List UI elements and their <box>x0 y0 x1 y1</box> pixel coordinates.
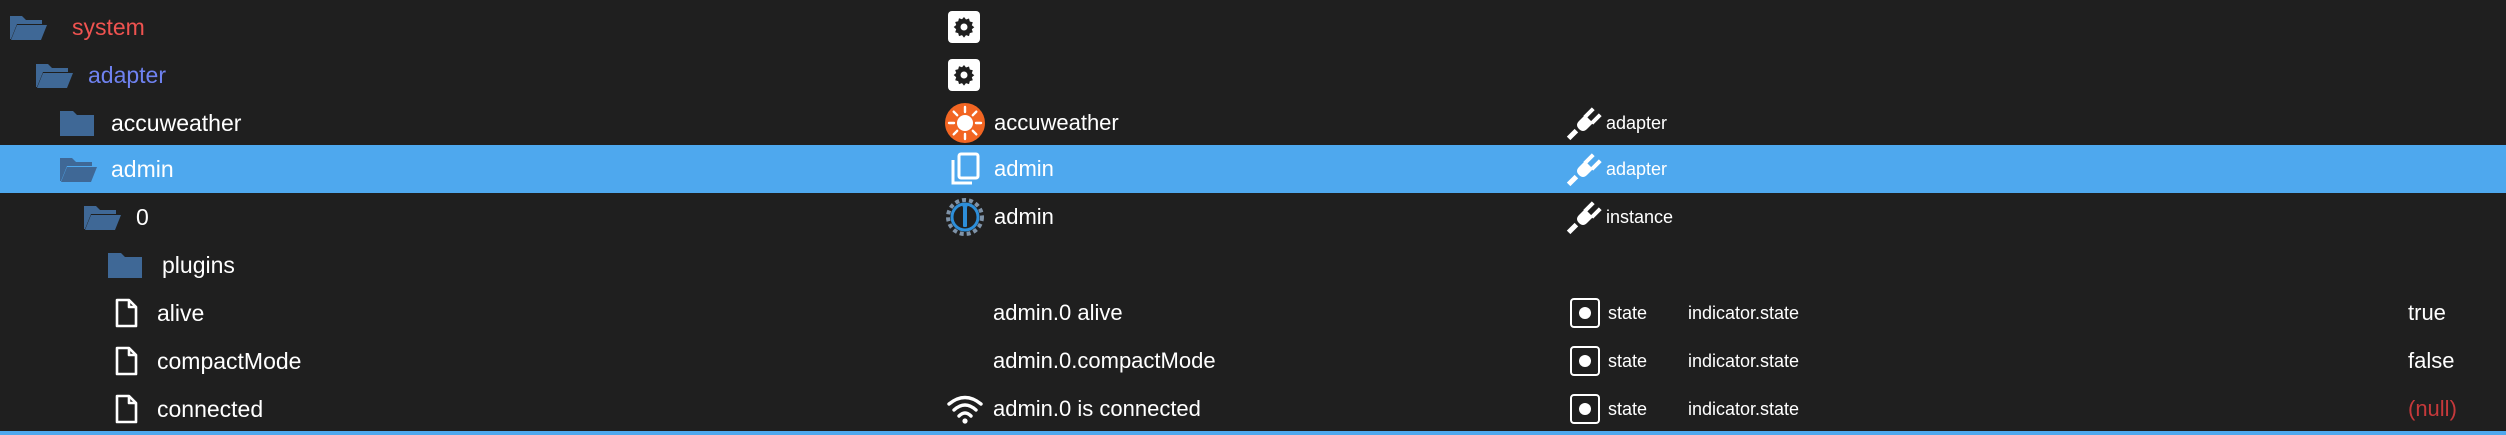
file-icon <box>114 346 138 376</box>
object-type: instance <box>1606 206 1674 227</box>
tree-row-connected[interactable]: connected admin.0 is connected state ind… <box>0 385 2506 433</box>
object-type-cell: adapter <box>1566 145 1667 193</box>
tree-row-label: connected <box>157 395 264 422</box>
tree-row-label: compactMode <box>157 347 302 374</box>
gear-icon <box>948 59 980 91</box>
plug-icon <box>1566 150 1604 188</box>
object-type-cell: state <box>1570 289 1647 337</box>
wifi-icon <box>946 394 984 424</box>
copy-icon[interactable] <box>950 152 980 186</box>
tree-row-admin[interactable]: admin admin adapter <box>0 145 2506 193</box>
object-type: adapter <box>1606 112 1668 133</box>
object-role: indicator.state <box>1688 398 1800 419</box>
object-icon-cell <box>948 3 980 51</box>
object-type-cell: adapter <box>1566 99 1667 147</box>
state-icon <box>1570 394 1600 424</box>
folder-open-icon[interactable] <box>34 60 74 90</box>
tree-row-plugins[interactable]: plugins <box>0 241 2506 289</box>
object-role: indicator.state <box>1688 302 1800 323</box>
object-value-cell[interactable]: true <box>2408 289 2446 337</box>
tree-row-name-cell: plugins <box>106 241 235 289</box>
admin-logo-icon <box>944 196 986 238</box>
object-name: accuweather <box>994 110 1119 135</box>
tree-row-name-cell: system <box>8 3 145 51</box>
tree-row-alive[interactable]: alive admin.0 alive state indicator.stat… <box>0 289 2506 337</box>
tree-row-label: system <box>72 13 145 40</box>
object-value-cell[interactable]: false <box>2408 337 2454 385</box>
object-value-cell[interactable]: (null) <box>2408 385 2457 433</box>
object-name: admin.0 alive <box>993 300 1123 325</box>
tree-row-label: adapter <box>88 61 167 88</box>
file-icon <box>114 298 138 328</box>
tree-row-label: plugins <box>162 251 235 278</box>
folder-icon[interactable] <box>106 250 144 280</box>
gear-icon <box>948 11 980 43</box>
object-tree: system adapter accuweather accuweather a… <box>0 0 2506 435</box>
folder-icon[interactable] <box>58 108 96 138</box>
state-icon <box>1570 346 1600 376</box>
tree-row-label: admin <box>111 155 174 182</box>
folder-open-icon[interactable] <box>58 154 98 184</box>
object-icon-cell <box>948 51 980 99</box>
tree-row-label: accuweather <box>111 109 242 136</box>
object-name: admin <box>994 156 1054 181</box>
object-icon-cell: admin.0 is connected <box>946 385 1201 433</box>
tree-row-name-cell: accuweather <box>58 99 241 147</box>
tree-row-0[interactable]: 0 admin instance <box>0 193 2506 241</box>
folder-open-icon[interactable] <box>8 12 48 42</box>
tree-row-name-cell: adapter <box>34 51 166 99</box>
object-icon-cell: admin <box>944 193 1054 241</box>
object-role-cell: indicator.state <box>1688 289 1799 337</box>
tree-row-name-cell: compactMode <box>114 337 301 385</box>
object-role: indicator.state <box>1688 350 1800 371</box>
tree-row-system[interactable]: system <box>0 3 2506 51</box>
object-icon-cell: admin <box>950 145 1054 193</box>
file-icon <box>114 394 138 424</box>
object-role-cell: indicator.state <box>1688 337 1799 385</box>
tree-row-name-cell: 0 <box>82 193 149 241</box>
object-value[interactable]: false <box>2408 348 2454 374</box>
object-name-cell: admin.0 alive <box>993 289 1123 337</box>
plug-icon <box>1566 104 1604 142</box>
tree-row-name-cell: alive <box>114 289 204 337</box>
bottom-border <box>0 431 2506 435</box>
object-type-cell: state <box>1570 337 1647 385</box>
state-icon <box>1570 298 1600 328</box>
tree-row-compactmode[interactable]: compactMode admin.0.compactMode state in… <box>0 337 2506 385</box>
object-role-cell: indicator.state <box>1688 385 1799 433</box>
plug-icon <box>1566 198 1604 236</box>
object-type-cell: state <box>1570 385 1647 433</box>
object-name-cell: admin.0.compactMode <box>993 337 1216 385</box>
object-type: state <box>1608 398 1648 419</box>
object-type: state <box>1608 350 1648 371</box>
object-icon-cell: accuweather <box>944 99 1119 147</box>
object-type: adapter <box>1606 158 1668 179</box>
folder-open-icon[interactable] <box>82 202 122 232</box>
object-type-cell: instance <box>1566 193 1673 241</box>
tree-row-label: 0 <box>136 203 149 230</box>
object-name: admin.0.compactMode <box>993 348 1216 373</box>
object-value[interactable]: true <box>2408 300 2446 326</box>
tree-row-name-cell: connected <box>114 385 263 433</box>
object-value[interactable]: (null) <box>2408 396 2457 422</box>
tree-row-name-cell: admin <box>58 145 174 193</box>
object-type: state <box>1608 302 1648 323</box>
object-name: admin.0 is connected <box>993 396 1201 421</box>
tree-row-adapter[interactable]: adapter <box>0 51 2506 99</box>
tree-row-accuweather[interactable]: accuweather accuweather adapter <box>0 99 2506 147</box>
tree-row-label: alive <box>157 299 205 326</box>
accuweather-logo-icon <box>944 102 986 144</box>
object-name: admin <box>994 204 1054 229</box>
